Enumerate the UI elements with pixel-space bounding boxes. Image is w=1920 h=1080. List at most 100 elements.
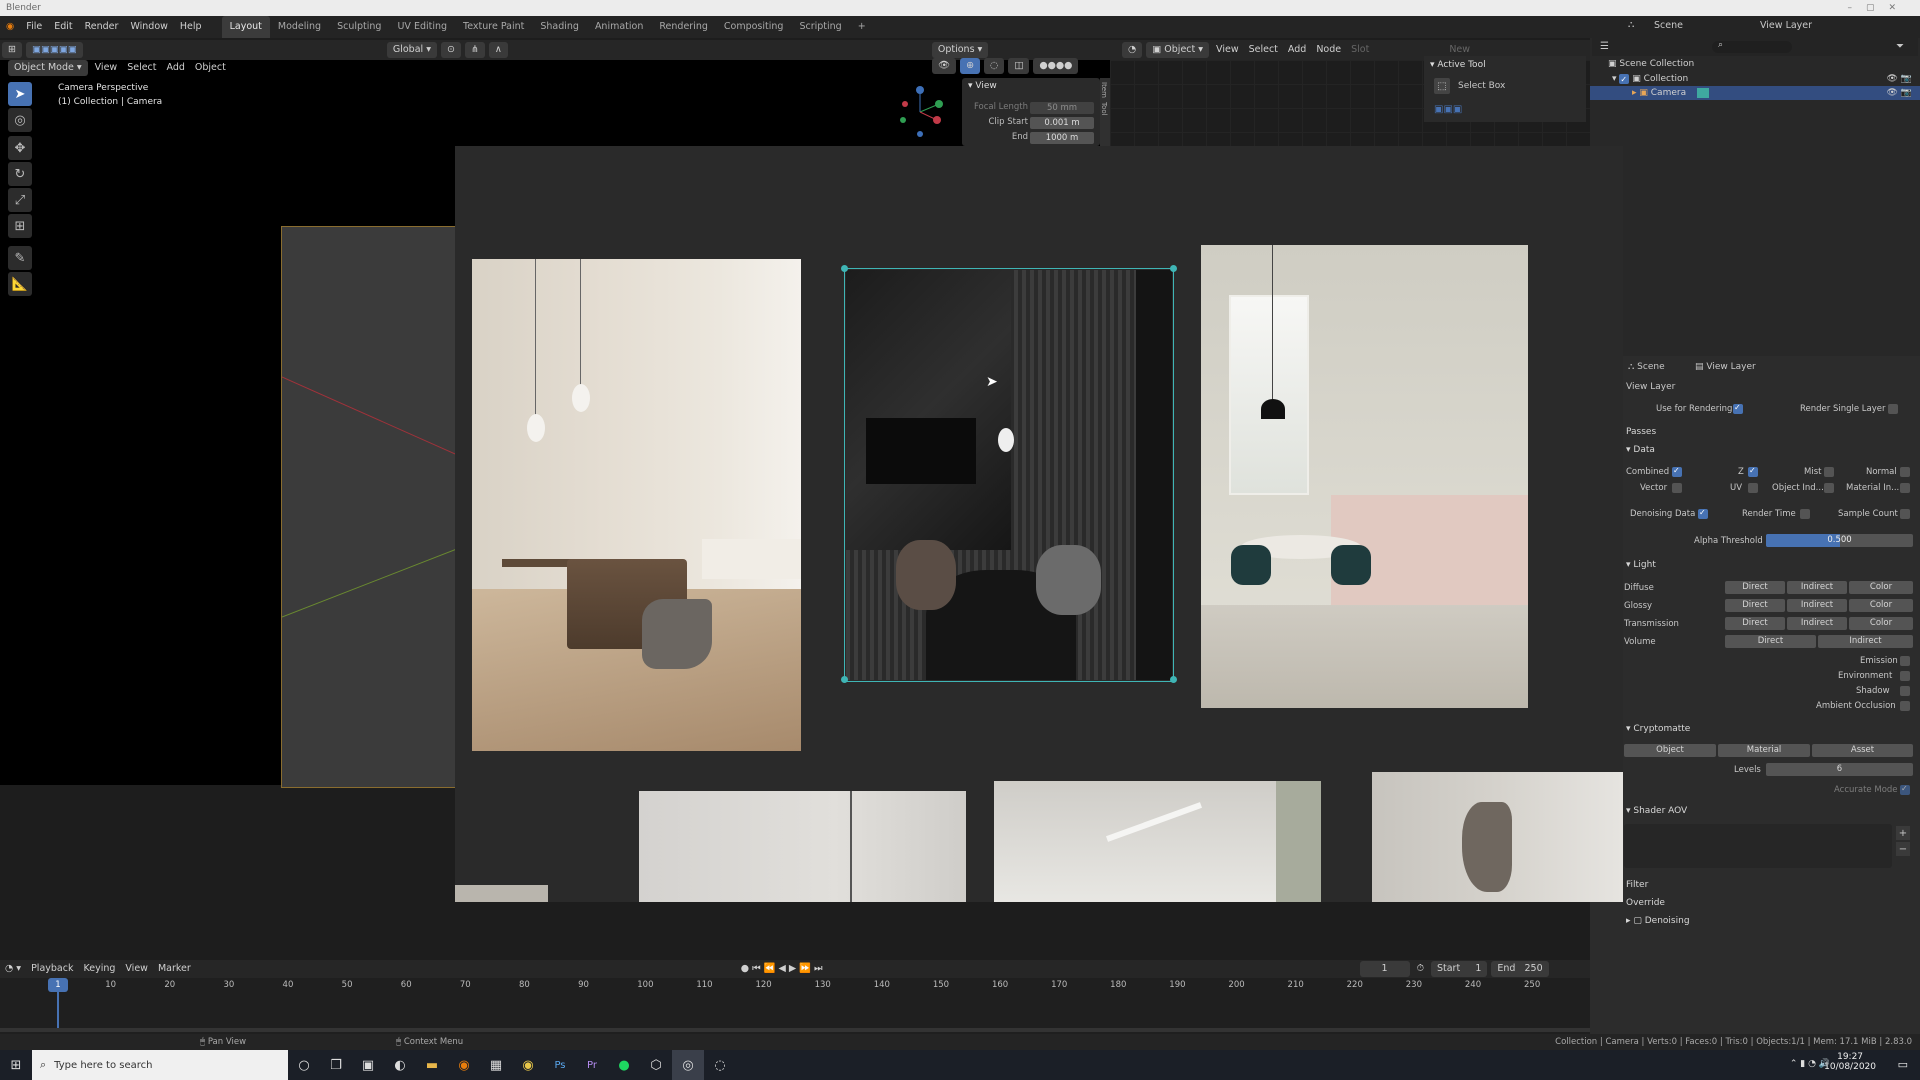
crypto-asset-button[interactable]: Asset <box>1812 744 1913 757</box>
tab-scripting[interactable]: Scripting <box>791 16 849 38</box>
denoising-data-checkbox[interactable] <box>1698 508 1708 519</box>
vector-checkbox[interactable] <box>1672 483 1682 493</box>
snap-icon[interactable]: ⋔ <box>464 42 485 58</box>
diffuse-indirect-button[interactable]: Indirect <box>1787 581 1847 594</box>
ambient-occlusion-checkbox[interactable] <box>1900 701 1910 711</box>
timeline-menu-view[interactable]: View <box>120 959 153 979</box>
tab-texture-paint[interactable]: Texture Paint <box>455 16 532 38</box>
transform-tool-icon[interactable]: ⊞ <box>8 214 32 238</box>
material-index-checkbox[interactable] <box>1900 483 1910 493</box>
cursor-tool-icon[interactable]: ◎ <box>8 108 32 132</box>
clip-start-field[interactable]: 0.001 m <box>1030 117 1094 129</box>
tab-rendering[interactable]: Rendering <box>651 16 716 38</box>
timeline-menu-keying[interactable]: Keying <box>78 959 120 979</box>
app-icon-3[interactable]: ⬡ <box>640 1050 672 1080</box>
environment-checkbox[interactable] <box>1900 671 1910 681</box>
tab-sculpting[interactable]: Sculpting <box>329 16 389 38</box>
chrome-icon[interactable]: ◉ <box>512 1050 544 1080</box>
tab-uv-editing[interactable]: UV Editing <box>389 16 455 38</box>
reference-photo-thumb[interactable] <box>455 885 548 902</box>
remove-aov-button[interactable]: − <box>1896 842 1910 856</box>
end-frame-field[interactable]: End 250 <box>1491 961 1549 977</box>
add-aov-button[interactable]: + <box>1896 826 1910 840</box>
timeline-menu-marker[interactable]: Marker <box>153 959 196 979</box>
tab-compositing[interactable]: Compositing <box>716 16 792 38</box>
navigation-gizmo[interactable] <box>895 82 945 140</box>
glossy-color-button[interactable]: Color <box>1849 599 1913 612</box>
current-frame-field[interactable]: 1 <box>1359 961 1410 977</box>
blender-logo-icon[interactable]: ◉ <box>0 16 20 38</box>
node-menu-node[interactable]: Node <box>1311 40 1346 60</box>
volume-direct-button[interactable]: Direct <box>1725 635 1816 648</box>
node-menu-select[interactable]: Select <box>1244 40 1283 60</box>
rotate-tool-icon[interactable]: ↻ <box>8 162 32 186</box>
outliner-search-input[interactable] <box>1712 41 1792 53</box>
shadow-checkbox[interactable] <box>1900 686 1910 696</box>
accurate-mode-checkbox[interactable] <box>1900 784 1910 795</box>
cortana-icon[interactable]: ○ <box>288 1050 320 1080</box>
start-frame-field[interactable]: Start 1 <box>1430 961 1488 977</box>
window-controls[interactable]: –▢✕ <box>1847 0 1910 16</box>
cryptomatte-subsection[interactable]: ▾ Cryptomatte <box>1626 724 1690 734</box>
measure-tool-icon[interactable]: 📐 <box>8 272 32 296</box>
props-tab-view-layer[interactable]: ▤ View Layer <box>1695 362 1756 372</box>
shader-aov-subsection[interactable]: ▾ Shader AOV <box>1626 806 1687 816</box>
transmission-indirect-button[interactable]: Indirect <box>1787 617 1847 630</box>
slot-dropdown[interactable]: Slot <box>1346 40 1374 60</box>
outliner-row-scene-collection[interactable]: ▣ Scene Collection <box>1590 57 1920 71</box>
data-subsection[interactable]: ▾ Data <box>1626 445 1655 455</box>
move-tool-icon[interactable]: ✥ <box>8 136 32 160</box>
filter-section[interactable]: Filter <box>1626 880 1648 890</box>
playback-controls[interactable]: ● ⏮ ⏪ ◀ ▶ ⏩ ⏭ <box>736 959 828 979</box>
reference-photo-lounge[interactable] <box>472 259 801 751</box>
scene-name[interactable]: Scene <box>1654 20 1683 31</box>
timeline-scrollbar[interactable] <box>0 1028 1590 1032</box>
render-time-checkbox[interactable] <box>1800 509 1810 519</box>
menu-window[interactable]: Window <box>124 16 173 38</box>
select-mode-icons[interactable]: ▣▣▣▣▣ <box>25 42 83 58</box>
z-checkbox[interactable] <box>1748 466 1758 477</box>
diffuse-color-button[interactable]: Color <box>1849 581 1913 594</box>
app-icon-4[interactable]: ◎ <box>672 1050 704 1080</box>
alpha-threshold-slider[interactable]: 0.500 <box>1766 534 1913 547</box>
emission-checkbox[interactable] <box>1900 656 1910 666</box>
add-workspace-button[interactable]: + <box>850 16 874 38</box>
spotify-icon[interactable]: ● <box>608 1050 640 1080</box>
collection-checkbox[interactable] <box>1619 73 1630 87</box>
clip-end-field[interactable]: 1000 m <box>1030 132 1094 144</box>
stopwatch-icon[interactable]: ⏱ <box>1412 959 1429 979</box>
blender-taskbar-icon[interactable]: ◉ <box>448 1050 480 1080</box>
playhead[interactable]: 1 <box>48 978 68 992</box>
visibility-icon[interactable]: 👁 📷 <box>1887 72 1913 86</box>
denoising-section[interactable]: ▸ ▢ Denoising <box>1626 916 1690 926</box>
tab-layout[interactable]: Layout <box>221 16 270 38</box>
sidebar-tab-tool[interactable]: Tool <box>1100 98 1108 116</box>
menu-help[interactable]: Help <box>174 16 208 38</box>
menu-edit[interactable]: Edit <box>48 16 78 38</box>
volume-indirect-button[interactable]: Indirect <box>1818 635 1913 648</box>
photoshop-icon[interactable]: Ps <box>544 1050 576 1080</box>
vp-menu-object[interactable]: Object <box>190 58 231 78</box>
app-icon-1[interactable]: ▣ <box>352 1050 384 1080</box>
filter-icon[interactable]: ⏷ <box>1896 41 1904 52</box>
render-single-layer-checkbox[interactable] <box>1888 404 1898 414</box>
proportional-icon[interactable]: ∧ <box>488 42 508 58</box>
timeline-menu-playback[interactable]: Playback <box>26 959 78 979</box>
transmission-color-button[interactable]: Color <box>1849 617 1913 630</box>
light-subsection[interactable]: ▾ Light <box>1626 560 1656 570</box>
task-view-icon[interactable]: ❐ <box>320 1050 352 1080</box>
object-index-checkbox[interactable] <box>1824 483 1834 493</box>
resize-handle-bl[interactable] <box>841 676 848 683</box>
visibility-icon[interactable]: 👁 <box>932 58 957 74</box>
outliner-row-collection[interactable]: ▾ ▣ Collection 👁 📷 <box>1590 72 1920 87</box>
app-icon-5[interactable]: ◌ <box>704 1050 736 1080</box>
node-menu-view[interactable]: View <box>1211 40 1244 60</box>
reference-photo-marble[interactable] <box>1372 772 1623 902</box>
overlay-toggle-icon[interactable]: ◌ <box>984 58 1005 74</box>
editor-type-icon[interactable]: ⊞ <box>2 42 22 58</box>
active-tool-header[interactable]: ▾ Active Tool <box>1430 60 1486 70</box>
view-section-header[interactable]: ▾ View <box>968 81 997 91</box>
crypto-material-button[interactable]: Material <box>1718 744 1810 757</box>
selection-mode-icons[interactable]: ▣▣▣ <box>1434 104 1462 115</box>
notifications-icon[interactable]: ▭ <box>1898 1058 1908 1071</box>
